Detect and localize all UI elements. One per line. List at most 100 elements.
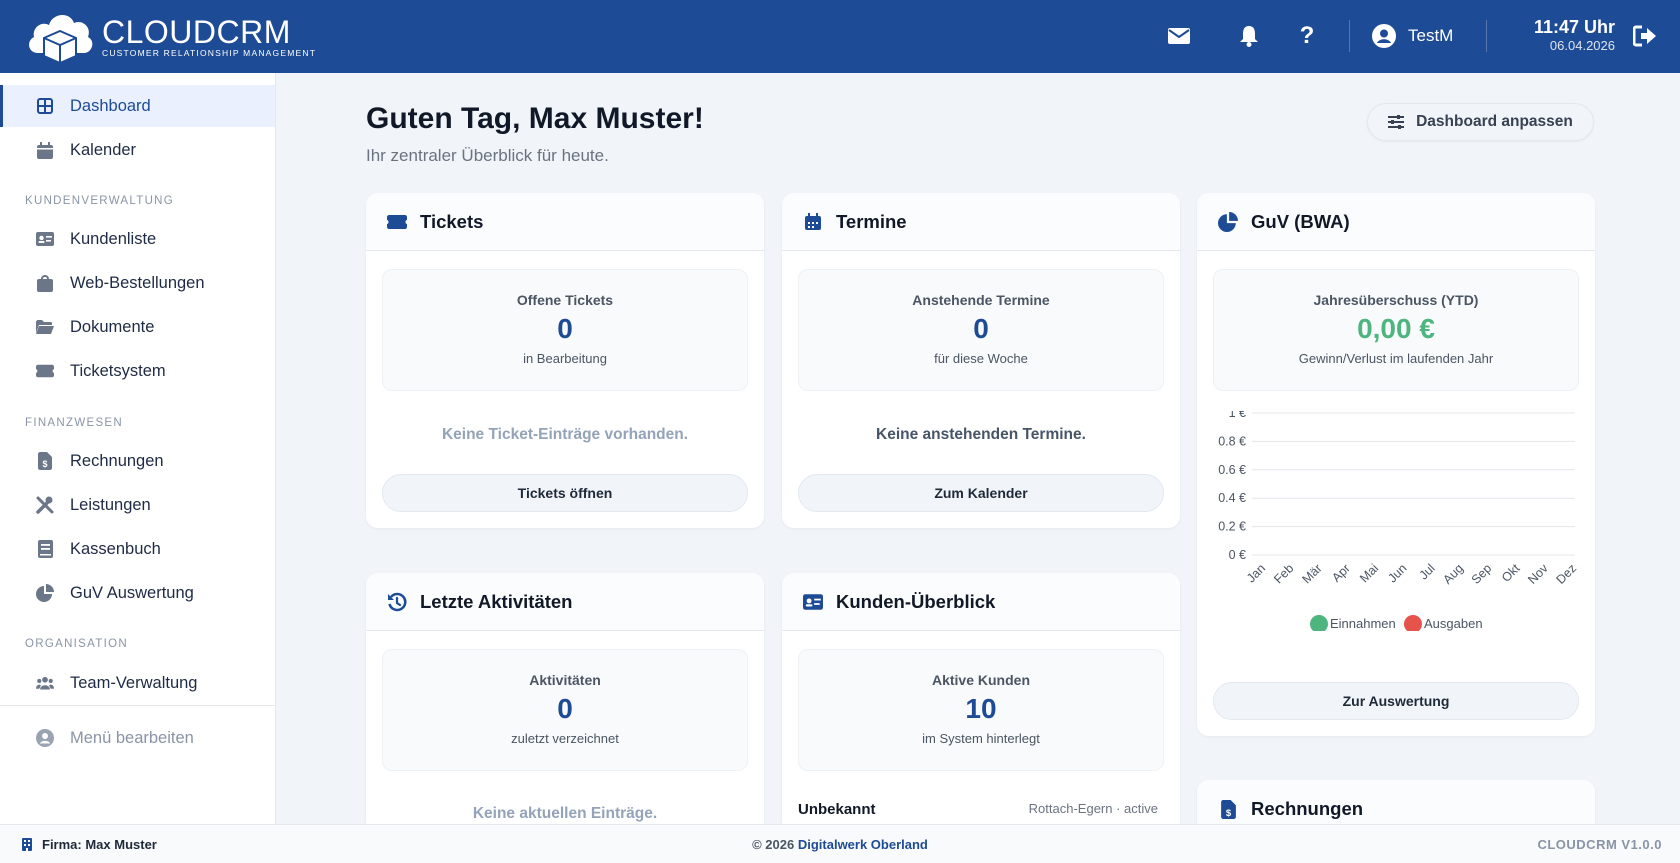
- users-icon: [36, 674, 54, 692]
- app-logo[interactable]: CLOUDCRM CUSTOMER RELATIONSHIP MANAGEMEN…: [24, 6, 316, 66]
- stat-label: Anstehende Termine: [912, 292, 1050, 308]
- stat-value: 0: [973, 313, 989, 344]
- stat-value: 10: [965, 693, 997, 724]
- stat-box: Jahresüberschuss (YTD) 0,00 € Gewinn/Ver…: [1213, 269, 1579, 391]
- sidebar-item-team-verwaltung[interactable]: Team-Verwaltung: [0, 662, 275, 704]
- guv-line-chart: 0 € 0.2 € 0.4 € 0.6 € 0.8 € 1 € Jan Feb Mär Apr Ma…: [1218, 411, 1579, 631]
- guv-card: GuV (BWA) Jahresüberschuss (YTD) 0,00 € …: [1197, 193, 1595, 736]
- book-icon: [36, 540, 54, 558]
- legend-swatch: [1404, 615, 1422, 631]
- sidebar-item-label: GuV Auswertung: [70, 583, 194, 602]
- pie-chart-icon: [36, 584, 54, 602]
- y-tick-label: 0.6 €: [1218, 463, 1246, 477]
- page-footer: Firma: Max Muster © 2026 Digitalwerk Obe…: [0, 824, 1680, 863]
- history-icon: [386, 591, 408, 613]
- sidebar-item-label: Leistungen: [70, 495, 151, 514]
- sidebar-item-dokumente[interactable]: Dokumente: [0, 306, 275, 348]
- sidebar-item-kassenbuch[interactable]: Kassenbuch: [0, 528, 275, 570]
- x-tick-label: Apr: [1329, 561, 1353, 585]
- y-tick-label: 0 €: [1229, 548, 1246, 562]
- open-tickets-button[interactable]: Tickets öffnen: [382, 474, 748, 512]
- x-tick-label: Nov: [1525, 561, 1551, 587]
- sidebar-item-dashboard[interactable]: Dashboard: [0, 85, 275, 127]
- legend-label: Ausgaben: [1424, 616, 1483, 631]
- sidebar-item-rechnungen[interactable]: $ Rechnungen: [0, 440, 275, 482]
- x-tick-label: Dez: [1553, 561, 1579, 587]
- stat-value: 0: [557, 313, 573, 344]
- empty-state: Keine Ticket-Einträge vorhanden.: [441, 426, 689, 443]
- shopping-bag-icon: [36, 274, 54, 292]
- y-tick-label: 0.4 €: [1218, 491, 1246, 505]
- app-version: CLOUDCRM V1.0.0: [1537, 837, 1662, 852]
- card-title: Termine: [836, 210, 907, 232]
- invoice-icon: $: [36, 452, 54, 470]
- stat-box: Aktivitäten 0 zuletzt verzeichnet: [382, 649, 748, 771]
- customize-dashboard-button[interactable]: Dashboard anpassen: [1367, 103, 1594, 141]
- svg-text:$: $: [1225, 807, 1231, 818]
- stat-label: Aktivitäten: [529, 672, 601, 688]
- user-menu[interactable]: TestM: [1372, 19, 1453, 53]
- ticket-icon: [36, 362, 54, 380]
- empty-state: Keine anstehenden Termine.: [876, 426, 1086, 443]
- list-item[interactable]: Unbekannt Rottach-Egern · active: [798, 801, 1158, 818]
- x-tick-label: Feb: [1271, 561, 1296, 586]
- x-tick-label: Okt: [1499, 561, 1523, 585]
- calendar-icon: [36, 141, 54, 159]
- header-divider: [1349, 20, 1350, 52]
- sliders-icon: [1388, 115, 1405, 129]
- stat-label: Aktive Kunden: [931, 672, 1030, 688]
- sidebar-item-label: Kassenbuch: [70, 539, 161, 558]
- sidebar-item-label: Menü bearbeiten: [70, 728, 194, 747]
- stat-subtext: zuletzt verzeichnet: [511, 731, 619, 746]
- question-icon[interactable]: ?: [1290, 19, 1324, 53]
- bell-icon[interactable]: [1232, 19, 1266, 53]
- stat-value: 0: [557, 693, 573, 724]
- copyright: © 2026 Digitalwerk Oberland: [0, 837, 1680, 852]
- evaluation-button[interactable]: Zur Auswertung: [1213, 682, 1579, 720]
- stat-box: Aktive Kunden 10 im System hinterlegt: [798, 649, 1164, 771]
- clock-date: 06.04.2026: [1549, 38, 1615, 53]
- header-divider: [1486, 20, 1487, 52]
- envelope-icon[interactable]: [1162, 19, 1196, 53]
- copyright-prefix: © 2026: [752, 837, 795, 852]
- sidebar-item-label: Team-Verwaltung: [70, 673, 198, 692]
- logout-icon[interactable]: [1628, 19, 1662, 53]
- sidebar-item-kundenliste[interactable]: Kundenliste: [0, 218, 275, 260]
- sidebar-item-ticketsystem[interactable]: Ticketsystem: [0, 350, 275, 392]
- top-header: CLOUDCRM CUSTOMER RELATIONSHIP MANAGEMEN…: [0, 0, 1680, 73]
- customize-label: Dashboard anpassen: [1416, 113, 1573, 130]
- section-heading: KUNDENVERWALTUNG: [25, 195, 175, 207]
- company-link[interactable]: Digitalwerk Oberland: [798, 837, 928, 852]
- legend-swatch: [1310, 615, 1328, 631]
- card-title: Letzte Aktivitäten: [420, 590, 573, 612]
- ticket-icon: [386, 211, 408, 233]
- header-clock: 11:47 Uhr 06.04.2026: [1500, 16, 1615, 54]
- x-tick-label: Mär: [1300, 561, 1325, 586]
- logo-title: CLOUDCRM: [102, 13, 291, 50]
- id-card-icon: [802, 591, 824, 613]
- sidebar-item-guv-auswertung[interactable]: GuV Auswertung: [0, 572, 275, 614]
- stat-subtext: im System hinterlegt: [922, 731, 1040, 746]
- sidebar-item-web-bestellungen[interactable]: Web-Bestellungen: [0, 262, 275, 304]
- calendar-button[interactable]: Zum Kalender: [798, 474, 1164, 512]
- user-circle-icon: [36, 729, 54, 747]
- empty-state: Keine aktuellen Einträge.: [472, 805, 658, 822]
- cloud-cube-logo-icon: [29, 14, 93, 65]
- sidebar-item-label: Ticketsystem: [70, 361, 166, 380]
- card-header: Termine: [782, 193, 1180, 251]
- sidebar-item-leistungen[interactable]: Leistungen: [0, 484, 275, 526]
- activities-card: Letzte Aktivitäten Aktivitäten 0 zuletzt…: [366, 573, 764, 833]
- grid-icon: [36, 97, 54, 115]
- section-heading: ORGANISATION: [25, 638, 128, 650]
- section-heading: FINANZWESEN: [25, 417, 123, 429]
- edit-menu-button[interactable]: Menü bearbeiten: [0, 717, 275, 759]
- customer-name: Unbekannt: [798, 801, 876, 818]
- customers-overview-card: Kunden-Überblick Aktive Kunden 10 im Sys…: [782, 573, 1180, 833]
- y-tick-label: 0.2 €: [1218, 520, 1246, 534]
- sidebar-item-label: Web-Bestellungen: [70, 273, 205, 292]
- stat-subtext: Gewinn/Verlust im laufenden Jahr: [1298, 351, 1494, 366]
- card-header: GuV (BWA): [1197, 193, 1595, 251]
- y-tick-label: 1 €: [1229, 411, 1246, 420]
- sidebar-item-label: Kalender: [70, 140, 137, 159]
- sidebar-item-kalender[interactable]: Kalender: [0, 129, 275, 171]
